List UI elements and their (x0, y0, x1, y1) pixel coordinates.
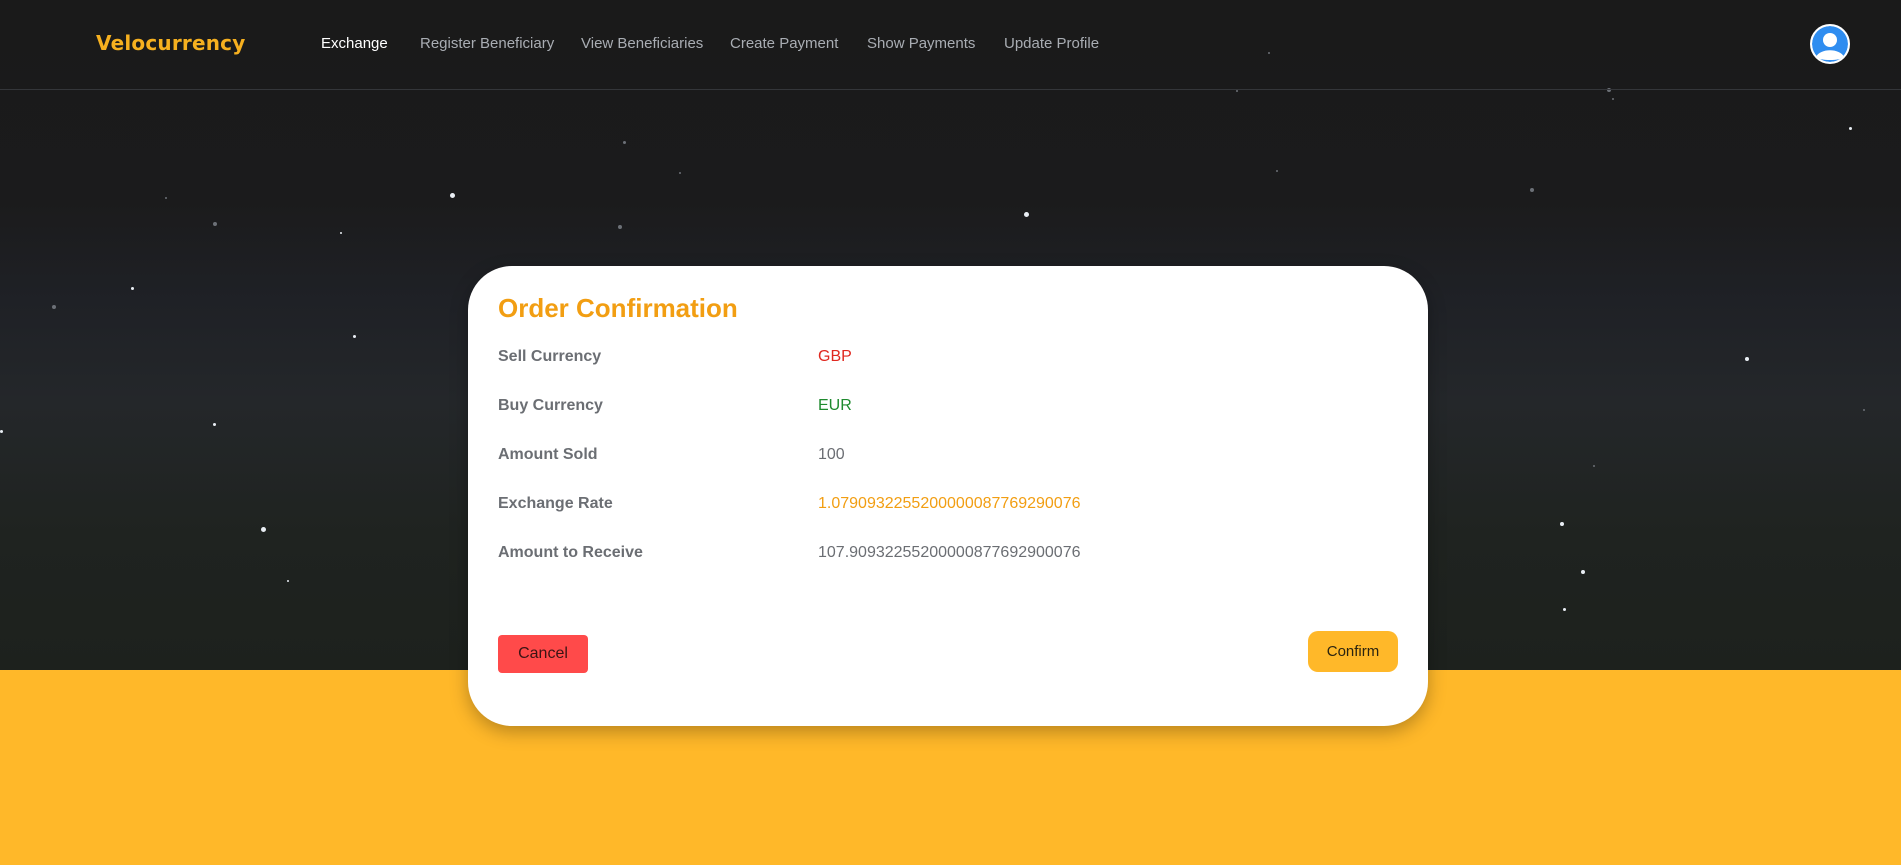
nav-create-payment[interactable]: Create Payment (730, 35, 838, 52)
modal-title: Order Confirmation (498, 293, 738, 323)
sell-currency-label: Sell Currency (498, 348, 602, 365)
sell-currency-value: GBP (818, 348, 852, 365)
star (353, 335, 356, 338)
star (450, 193, 455, 198)
amount-sold-value: 100 (818, 446, 845, 463)
user-avatar-icon[interactable] (1810, 24, 1850, 64)
star (261, 527, 266, 532)
buy-currency-label: Buy Currency (498, 397, 603, 414)
confirm-button[interactable]: Confirm (1308, 631, 1398, 672)
star (165, 197, 167, 199)
brand-logo[interactable]: Velocurrency (96, 31, 245, 55)
exchange-rate-value: 1.0790932255200000087769290076 (818, 495, 1081, 512)
amount-sold-label: Amount Sold (498, 446, 598, 463)
exchange-rate-label: Exchange Rate (498, 495, 613, 512)
star (618, 225, 622, 229)
star (679, 172, 681, 174)
nav-register-beneficiary[interactable]: Register Beneficiary (420, 35, 554, 52)
nav-view-beneficiaries[interactable]: View Beneficiaries (581, 35, 703, 52)
star (213, 222, 217, 226)
star (1560, 522, 1564, 526)
star (1849, 127, 1852, 130)
star (1530, 188, 1534, 192)
star (1024, 212, 1029, 217)
amount-to-receive-label: Amount to Receive (498, 544, 643, 561)
page: Velocurrency Exchange Register Beneficia… (0, 0, 1901, 865)
star (131, 287, 134, 290)
star (213, 423, 216, 426)
star (287, 580, 289, 582)
amount-to-receive-value: 107.90932255200000877692900076 (818, 544, 1081, 561)
star (52, 305, 56, 309)
nav-show-payments[interactable]: Show Payments (867, 35, 975, 52)
star (0, 430, 3, 433)
star (623, 141, 626, 144)
star (1563, 608, 1566, 611)
star (1612, 98, 1614, 100)
star (1276, 170, 1278, 172)
star (1593, 465, 1595, 467)
star (1745, 357, 1749, 361)
star (340, 232, 342, 234)
nav-exchange[interactable]: Exchange (321, 35, 388, 52)
top-navbar: Velocurrency Exchange Register Beneficia… (0, 0, 1901, 90)
buy-currency-value: EUR (818, 397, 852, 414)
cancel-button[interactable]: Cancel (498, 635, 588, 673)
star (1581, 570, 1585, 574)
order-confirmation-modal: Order Confirmation Sell Currency GBP Buy… (468, 266, 1428, 726)
star (1236, 90, 1238, 92)
nav-update-profile[interactable]: Update Profile (1004, 35, 1099, 52)
user-avatar-icon-graphic (1812, 26, 1848, 62)
star (1863, 409, 1865, 411)
